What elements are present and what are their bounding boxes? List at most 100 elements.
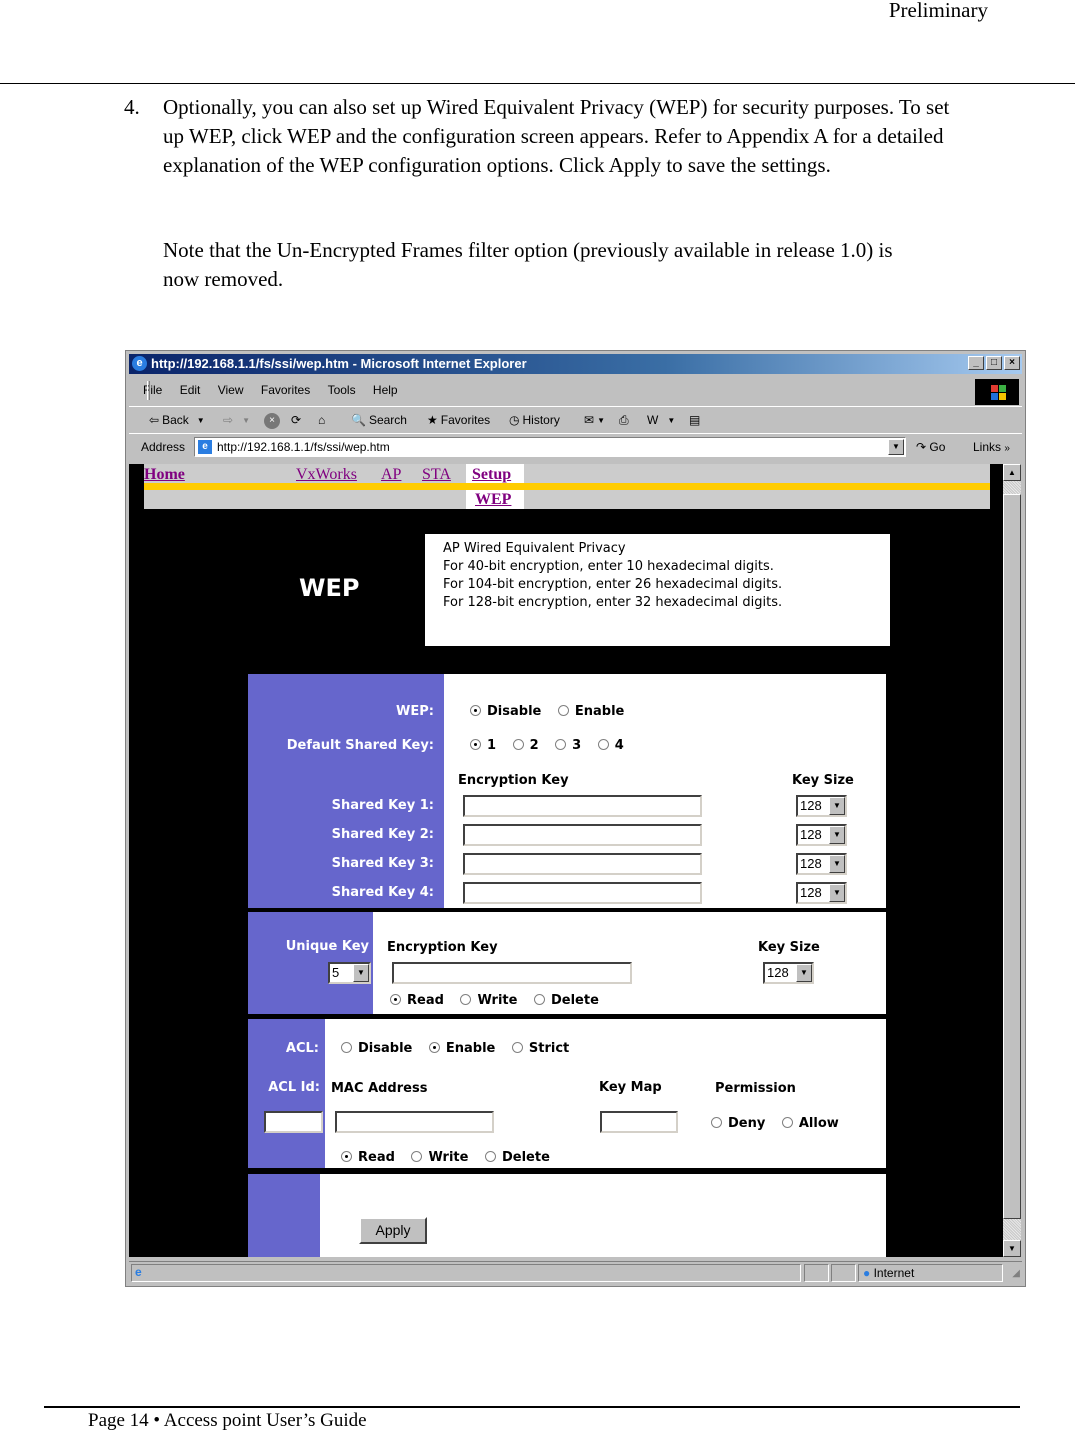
unique-key-index-select[interactable]: 5 ▼ xyxy=(328,962,371,984)
shared-key-4-label: Shared Key 4: xyxy=(331,885,434,900)
key-map-input[interactable] xyxy=(600,1111,678,1133)
links-button[interactable]: Links » xyxy=(973,440,1010,454)
acl-delete-radio[interactable]: Delete xyxy=(484,1150,550,1165)
favorites-button[interactable]: ★ Favorites xyxy=(427,407,490,434)
nav-gold-divider xyxy=(144,483,990,490)
unique-write-radio[interactable]: Write xyxy=(460,993,517,1008)
scroll-up-icon[interactable]: ▲ xyxy=(1003,464,1021,481)
page-status-icon: e xyxy=(135,1265,142,1279)
unique-key-size-header: Key Size xyxy=(758,940,820,955)
dropdown-arrow-icon: ▼ xyxy=(353,964,369,982)
header-preliminary-label: Preliminary xyxy=(888,0,988,22)
discuss-button[interactable]: ▤ xyxy=(689,407,703,434)
shared-key-1-input[interactable] xyxy=(463,795,702,817)
menu-favorites[interactable]: Favorites xyxy=(261,383,310,397)
vertical-scrollbar[interactable]: ▲ ▼ xyxy=(1003,464,1021,1257)
refresh-button[interactable]: ⟳ xyxy=(291,407,304,434)
edit-word-icon: W xyxy=(647,413,659,427)
default-key-label: Default Shared Key: xyxy=(286,738,434,753)
nav-ap-link[interactable]: AP xyxy=(381,466,401,484)
search-button[interactable]: 🔍 Search xyxy=(351,407,407,434)
encryption-key-header: Encryption Key xyxy=(458,773,569,788)
print-button[interactable]: ⎙ xyxy=(619,407,632,434)
go-button[interactable]: ↷ Go xyxy=(916,440,945,454)
resize-grip-icon[interactable]: ◢ xyxy=(1012,1268,1020,1279)
note-paragraph: Note that the Un-Encrypted Frames filter… xyxy=(163,238,893,291)
acl-enable-radio[interactable]: Enable xyxy=(428,1041,495,1056)
forward-dropdown-icon: ▼ xyxy=(242,416,250,425)
permission-radio-group: Deny Allow xyxy=(711,1116,851,1131)
permission-header: Permission xyxy=(715,1081,796,1096)
acl-disable-radio[interactable]: Disable xyxy=(341,1041,412,1056)
stop-button[interactable]: × xyxy=(264,407,283,434)
unique-key-input[interactable] xyxy=(392,962,632,984)
wep-disable-radio[interactable]: Disable xyxy=(470,704,541,719)
shared-key-2-size-select[interactable]: 128 ▼ xyxy=(796,824,847,846)
address-label: Address xyxy=(141,440,186,454)
default-key-2-radio[interactable]: 2 xyxy=(512,738,539,753)
unique-key-size-select[interactable]: 128 ▼ xyxy=(763,962,814,984)
menu-help[interactable]: Help xyxy=(373,383,398,397)
info-line: For 104-bit encryption, enter 26 hexadec… xyxy=(443,577,783,592)
acl-write-radio[interactable]: Write xyxy=(411,1150,468,1165)
maximize-button[interactable]: □ xyxy=(986,356,1002,370)
chevron-right-icon: » xyxy=(1004,443,1010,454)
subnav-wep-link[interactable]: WEP xyxy=(475,491,511,509)
acl-label: ACL: xyxy=(285,1041,319,1056)
wep-enable-radio[interactable]: Enable xyxy=(557,704,624,719)
instruction-paragraph: Optionally, you can also set up Wired Eq… xyxy=(163,95,950,177)
default-key-1-radio[interactable]: 1 xyxy=(470,738,496,753)
nav-sta-link[interactable]: STA xyxy=(422,466,451,484)
scroll-thumb[interactable] xyxy=(1003,494,1021,1219)
home-button[interactable]: ⌂ xyxy=(318,407,328,434)
apply-button[interactable]: Apply xyxy=(359,1217,427,1244)
permission-deny-radio[interactable]: Deny xyxy=(711,1116,765,1131)
menu-edit[interactable]: Edit xyxy=(180,383,201,397)
windows-logo-icon xyxy=(975,379,1019,405)
acl-strict-radio[interactable]: Strict xyxy=(511,1041,569,1056)
address-dropdown-icon[interactable]: ▼ xyxy=(888,439,904,455)
minimize-button[interactable]: _ xyxy=(968,356,984,370)
default-key-4-radio[interactable]: 4 xyxy=(597,738,624,753)
close-button[interactable]: × xyxy=(1004,356,1020,370)
nav-home-link[interactable]: Home xyxy=(144,466,185,484)
default-key-3-radio[interactable]: 3 xyxy=(555,738,581,753)
unique-delete-radio[interactable]: Delete xyxy=(533,993,599,1008)
permission-allow-radio[interactable]: Allow xyxy=(781,1116,839,1131)
back-dropdown-icon[interactable]: ▼ xyxy=(197,407,205,434)
title-bar: e http://192.168.1.1/fs/ssi/wep.htm - Mi… xyxy=(129,354,1022,374)
shared-key-3-input[interactable] xyxy=(463,853,702,875)
address-input[interactable]: e http://192.168.1.1/fs/ssi/wep.htm ▼ xyxy=(194,437,906,457)
scroll-down-icon[interactable]: ▼ xyxy=(1003,1240,1021,1257)
forward-arrow-icon: ⇨ xyxy=(223,413,234,427)
shared-key-4-size-select[interactable]: 128 ▼ xyxy=(796,882,847,904)
mac-address-input[interactable] xyxy=(335,1111,494,1133)
shared-key-4-input[interactable] xyxy=(463,882,702,904)
acl-read-radio[interactable]: Read xyxy=(341,1150,395,1165)
forward-button[interactable]: ⇨ ▼ xyxy=(223,407,253,434)
stop-icon: × xyxy=(264,412,280,429)
edit-button[interactable]: W ▼ xyxy=(647,407,678,434)
status-panel xyxy=(831,1264,856,1282)
menu-file[interactable]: File xyxy=(143,383,162,397)
dropdown-arrow-icon: ▼ xyxy=(829,855,845,873)
nav-vxworks-link[interactable]: VxWorks xyxy=(296,466,357,484)
menu-view[interactable]: View xyxy=(218,383,244,397)
history-button[interactable]: ◷ History xyxy=(509,407,560,434)
wep-info-box: AP Wired Equivalent Privacy For 40-bit e… xyxy=(425,534,890,646)
nav-setup-link[interactable]: Setup xyxy=(472,466,511,484)
edit-dropdown-icon: ▼ xyxy=(667,416,676,425)
acl-id-input[interactable] xyxy=(264,1111,323,1133)
status-bar: e ● Internet ◢ xyxy=(129,1261,1022,1283)
mail-button[interactable]: ✉ ▼ xyxy=(584,407,608,434)
unique-action-radio-group: Read Write Delete xyxy=(390,993,611,1008)
window-title: http://192.168.1.1/fs/ssi/wep.htm - Micr… xyxy=(151,356,527,371)
unique-read-radio[interactable]: Read xyxy=(390,993,444,1008)
shared-key-2-input[interactable] xyxy=(463,824,702,846)
discuss-icon: ▤ xyxy=(689,413,701,427)
shared-key-3-size-select[interactable]: 128 ▼ xyxy=(796,853,847,875)
favorites-icon: ★ xyxy=(427,413,438,427)
menu-tools[interactable]: Tools xyxy=(328,383,356,397)
back-button[interactable]: ⇦ Back ▼ xyxy=(149,407,208,434)
shared-key-1-size-select[interactable]: 128 ▼ xyxy=(796,795,847,817)
